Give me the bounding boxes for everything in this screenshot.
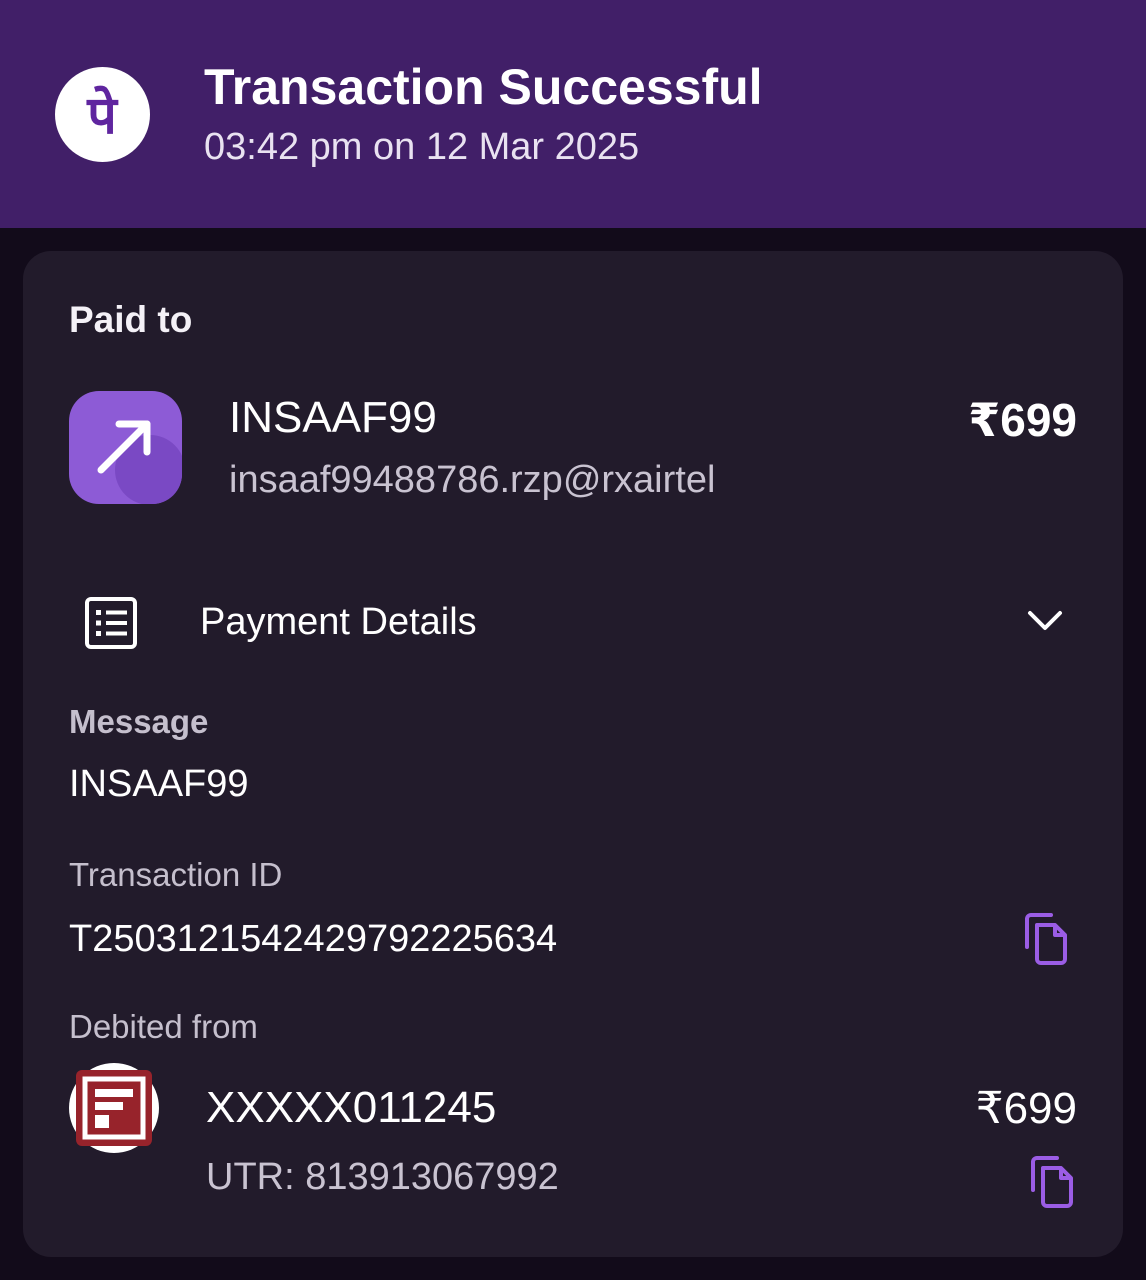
debited-amount: ₹699 [975, 1084, 1077, 1133]
transaction-id-label: Transaction ID [69, 856, 283, 893]
phonepe-logo-icon: पे [86, 85, 119, 146]
utr-number: UTR: 813913067992 [206, 1156, 559, 1198]
paid-amount: ₹699 [968, 394, 1077, 446]
page-title: Transaction Successful [204, 59, 763, 115]
message-label: Message [69, 703, 209, 740]
phonepe-logo: पे [55, 67, 150, 162]
header-banner: पे Transaction Successful 03:42 pm on 12… [0, 0, 1146, 228]
copy-utr-icon[interactable] [1027, 1154, 1077, 1210]
transaction-datetime: 03:42 pm on 12 Mar 2025 [204, 126, 640, 168]
receipt-list-icon[interactable] [85, 597, 137, 649]
chevron-down-icon[interactable] [1025, 603, 1065, 639]
payment-details-toggle[interactable]: Payment Details [200, 601, 477, 644]
bank-logo-icon [69, 1063, 159, 1153]
copy-transaction-id-icon[interactable] [1021, 911, 1071, 967]
paid-to-label: Paid to [69, 299, 193, 340]
arrow-up-right-icon [69, 391, 182, 504]
svg-text:पे: पे [86, 85, 119, 146]
message-value: INSAAF99 [69, 763, 249, 805]
merchant-name: INSAAF99 [229, 393, 437, 442]
debited-from-label: Debited from [69, 1008, 258, 1045]
merchant-upi-id: insaaf99488786.rzp@rxairtel [229, 459, 716, 501]
transaction-id-value: T2503121542429792225634 [69, 918, 558, 960]
account-number: XXXXX011245 [206, 1083, 497, 1132]
transaction-card: Paid to INSAAF99 insaaf99488786.rzp@rxai… [23, 251, 1123, 1257]
